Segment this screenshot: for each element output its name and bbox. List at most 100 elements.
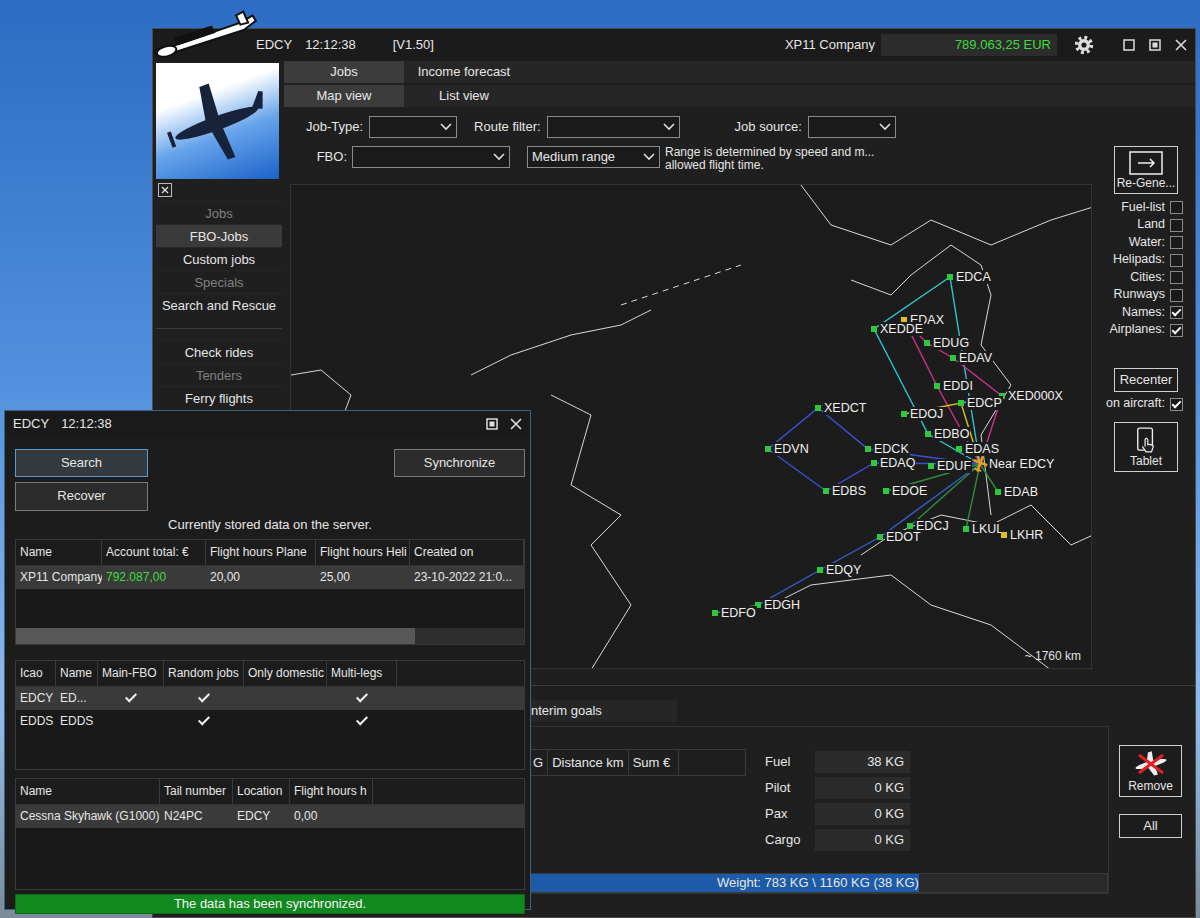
route-line[interactable] <box>904 320 1002 464</box>
column-header[interactable]: Random jobs <box>164 661 244 686</box>
recenter-button[interactable]: Recenter <box>1114 368 1178 392</box>
airport-marker[interactable] <box>995 489 1001 495</box>
column-header[interactable]: Name <box>16 779 160 804</box>
airport-label[interactable]: EDQY <box>825 563 862 577</box>
synchronize-button[interactable]: Synchronize <box>394 449 525 477</box>
airport-marker[interactable] <box>907 523 913 529</box>
checkbox[interactable] <box>1170 254 1183 267</box>
airport-label[interactable]: EDAV <box>958 351 993 365</box>
view-tab[interactable]: List view <box>404 85 524 107</box>
on-aircraft-row[interactable]: on aircraft: <box>1102 395 1183 413</box>
column-header[interactable]: Distance km <box>548 750 629 775</box>
table-row[interactable]: EDDSEDDS <box>16 710 524 733</box>
airport-label[interactable]: EDGH <box>763 598 801 612</box>
goals-tab[interactable]: nterim goals <box>527 700 677 722</box>
close-icon[interactable] <box>510 418 522 430</box>
horizontal-scrollbar[interactable] <box>16 628 524 644</box>
column-header[interactable]: Tail number <box>160 779 233 804</box>
column-header[interactable]: Name <box>16 540 102 565</box>
airport-label[interactable]: EDBO <box>933 427 970 441</box>
fbo-select[interactable] <box>352 146 510 168</box>
sidebar-item[interactable]: Search and Rescue <box>156 293 282 316</box>
toggle-row[interactable]: Helipads: <box>1102 252 1183 270</box>
airport-marker[interactable] <box>865 446 871 452</box>
airport-label[interactable]: EDCP <box>966 396 1003 410</box>
airport-marker[interactable] <box>963 526 969 532</box>
column-header[interactable]: G <box>529 750 548 775</box>
column-header[interactable]: Main-FBO <box>98 661 164 686</box>
route-line[interactable] <box>758 464 980 605</box>
airport-label[interactable]: EDAS <box>964 442 1000 456</box>
airport-marker[interactable] <box>883 488 889 494</box>
airport-label[interactable]: EDOE <box>891 484 928 498</box>
toggle-row[interactable]: Water: <box>1102 234 1183 252</box>
column-header[interactable]: Sum € <box>629 750 679 775</box>
toggle-row[interactable]: Airplanes: <box>1102 322 1183 340</box>
column-header[interactable]: Flight hours Heli <box>316 540 410 565</box>
gear-icon[interactable] <box>1073 34 1095 56</box>
remove-button[interactable]: Remove <box>1119 745 1182 797</box>
airport-label[interactable]: EDOJ <box>909 407 944 421</box>
close-icon[interactable] <box>510 418 522 430</box>
airport-label[interactable]: XED000X <box>1007 389 1064 403</box>
airport-label[interactable]: EDUF <box>936 459 972 473</box>
airport-marker[interactable] <box>901 411 907 417</box>
checkbox[interactable] <box>1170 271 1183 284</box>
airport-marker[interactable] <box>947 274 953 280</box>
minimize-icon[interactable] <box>1123 39 1135 51</box>
toggle-row[interactable]: Cities: <box>1102 269 1183 287</box>
column-header[interactable]: Flight hours h <box>290 779 373 804</box>
restore-icon[interactable] <box>1149 39 1161 51</box>
airport-marker[interactable] <box>823 488 829 494</box>
checkbox[interactable] <box>1170 236 1183 249</box>
scrollbar-thumb[interactable] <box>16 628 415 644</box>
checkbox[interactable] <box>1170 398 1183 411</box>
tab[interactable]: Income forecast <box>404 61 524 83</box>
close-logo-icon[interactable] <box>158 183 172 197</box>
checkbox[interactable] <box>1170 201 1183 214</box>
airplane-icon[interactable] <box>971 455 989 473</box>
sidebar-item[interactable]: FBO-Jobs <box>156 224 282 247</box>
airport-label[interactable]: EDVN <box>773 442 810 456</box>
recover-button[interactable]: Recover <box>15 482 148 510</box>
airport-label[interactable]: EDUG <box>932 336 970 350</box>
sidebar-label[interactable]: Custom jobs <box>156 247 282 270</box>
toggle-row[interactable]: Names: <box>1102 304 1183 322</box>
column-header[interactable]: Multi-legs <box>327 661 397 686</box>
toggle-row[interactable]: Fuel-list <box>1102 199 1183 217</box>
table-row[interactable]: Cessna Skyhawk (G1000)N24PCEDCY0,00 <box>16 805 524 828</box>
sidebar-item[interactable]: Custom jobs <box>156 247 282 270</box>
airport-label[interactable]: EDBS <box>831 484 867 498</box>
sidebar-item[interactable]: Check rides <box>156 340 282 363</box>
airport-marker[interactable] <box>934 383 940 389</box>
close-icon[interactable] <box>1175 39 1187 51</box>
airport-label[interactable]: EDCK <box>873 442 910 456</box>
table-row[interactable]: EDCYED... <box>16 687 524 710</box>
airport-marker[interactable] <box>817 567 823 573</box>
airport-label[interactable]: EDAQ <box>879 456 916 470</box>
all-button[interactable]: All <box>1119 814 1182 838</box>
view-tab[interactable]: Map view <box>284 85 404 107</box>
airport-marker[interactable] <box>765 446 771 452</box>
airport-label[interactable]: LKHR <box>1009 528 1044 542</box>
column-header[interactable]: Name <box>56 661 98 686</box>
sidebar-label[interactable]: Ferry flights <box>156 386 282 409</box>
airport-marker[interactable] <box>958 400 964 406</box>
sidebar-label[interactable]: FBO-Jobs <box>156 224 282 247</box>
sidebar-item[interactable]: Ferry flights <box>156 386 282 409</box>
column-header[interactable]: Created on <box>410 540 524 565</box>
route-line[interactable] <box>966 464 980 529</box>
table-row[interactable]: XP11 Company792.087,0020,0025,0023-10-20… <box>16 566 524 589</box>
close-icon[interactable] <box>1175 39 1187 51</box>
airport-marker[interactable] <box>925 431 931 437</box>
checkbox[interactable] <box>1170 324 1183 337</box>
airport-marker[interactable] <box>712 610 718 616</box>
airport-marker[interactable] <box>1001 532 1007 538</box>
regenerate-button[interactable]: Re-Gene... <box>1114 146 1178 194</box>
sidebar-label[interactable]: Check rides <box>156 340 282 363</box>
airport-marker[interactable] <box>928 463 934 469</box>
filter-select[interactable] <box>547 116 680 138</box>
column-header[interactable]: Only domestic <box>244 661 327 686</box>
tab[interactable]: Jobs <box>284 61 404 83</box>
range-select[interactable]: Medium range <box>527 146 660 168</box>
